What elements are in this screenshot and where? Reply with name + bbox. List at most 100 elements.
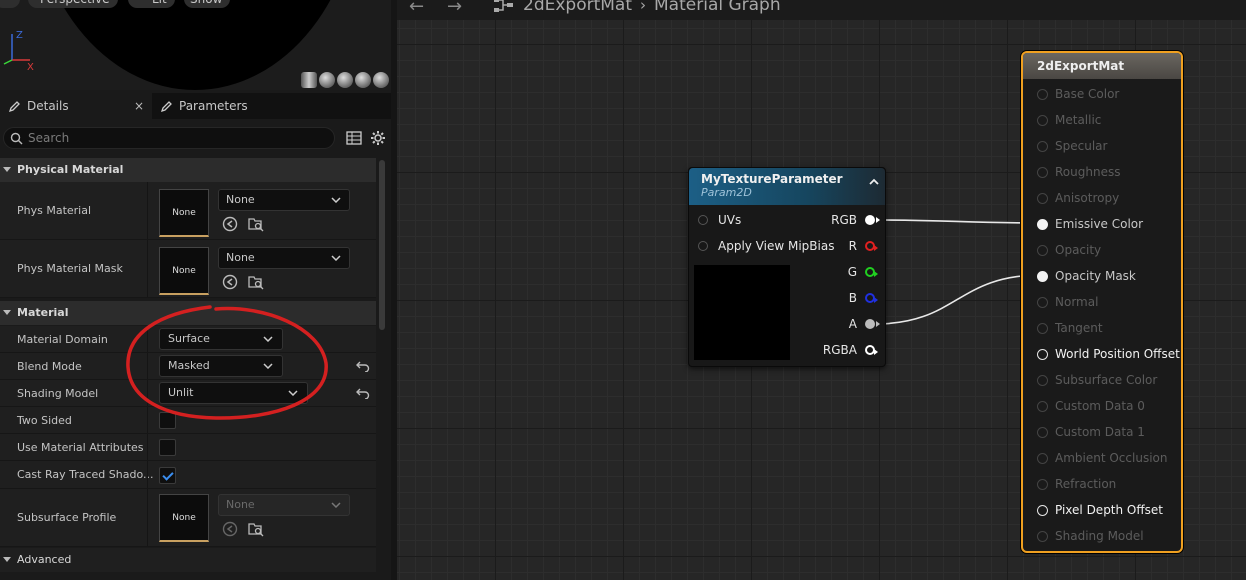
pin-socket[interactable] — [865, 345, 878, 355]
cast-ray-traced-shadows-checkbox[interactable] — [159, 467, 176, 484]
material-input-pin[interactable]: Refraction — [1037, 474, 1116, 494]
material-input-pin[interactable]: Shading Model — [1037, 526, 1144, 546]
perspective-button[interactable]: Perspective — [28, 0, 118, 8]
pin-socket[interactable] — [1037, 218, 1048, 230]
node-title[interactable]: 2dExportMat — [1023, 53, 1181, 79]
use-selected-icon[interactable] — [222, 216, 238, 232]
column-divider[interactable] — [147, 353, 148, 379]
asset-thumbnail[interactable]: None — [159, 189, 209, 237]
search-box[interactable] — [3, 127, 335, 149]
pin-socket[interactable] — [1037, 244, 1048, 256]
material-domain-dropdown[interactable]: Surface — [159, 328, 283, 350]
browse-asset-icon[interactable] — [248, 521, 264, 537]
material-input-pin[interactable]: Emissive Color — [1037, 214, 1143, 234]
pin-socket[interactable] — [1037, 504, 1048, 516]
pin-socket[interactable] — [1037, 322, 1048, 334]
pin-socket[interactable] — [698, 215, 708, 225]
tab-parameters[interactable]: Parameters — [152, 93, 256, 119]
section-advanced[interactable]: Advanced — [0, 548, 376, 572]
close-icon[interactable]: × — [134, 99, 144, 113]
material-input-pin[interactable]: Ambient Occlusion — [1037, 448, 1167, 468]
viewport-menu-button[interactable] — [0, 0, 20, 8]
cube-preview-icon[interactable] — [355, 72, 371, 88]
output-pin-b[interactable]: B — [849, 288, 878, 308]
column-divider[interactable] — [147, 461, 148, 488]
output-pin-r[interactable]: R — [849, 236, 878, 256]
material-graph-canvas[interactable]: ← → 2dExportMat › Material Graph MyTextu… — [397, 0, 1246, 580]
output-pin-rgba[interactable]: RGBA — [823, 340, 878, 360]
column-divider[interactable] — [147, 240, 148, 297]
sphere-preview-icon[interactable] — [319, 72, 335, 88]
section-physical-material[interactable]: Physical Material — [0, 158, 376, 182]
pin-socket[interactable] — [1037, 374, 1048, 386]
material-input-pin[interactable]: Normal — [1037, 292, 1098, 312]
pin-socket[interactable] — [1037, 452, 1048, 464]
use-selected-icon[interactable] — [222, 274, 238, 290]
pin-socket[interactable] — [1037, 478, 1048, 490]
tab-details[interactable]: Details × — [0, 93, 152, 119]
material-input-pin[interactable]: World Position Offset — [1037, 344, 1180, 364]
asset-picker-dropdown[interactable]: None — [218, 189, 350, 211]
reset-to-default-icon[interactable] — [356, 360, 370, 372]
material-input-pin[interactable]: Pixel Depth Offset — [1037, 500, 1163, 520]
pin-socket[interactable] — [865, 293, 878, 303]
node-header[interactable]: MyTextureParameter Param2D — [689, 168, 885, 205]
pin-socket[interactable] — [865, 241, 878, 251]
column-divider[interactable] — [147, 489, 148, 546]
material-input-pin[interactable]: Specular — [1037, 136, 1107, 156]
pin-socket[interactable] — [1037, 114, 1048, 126]
browse-asset-icon[interactable] — [248, 216, 264, 232]
two-sided-checkbox[interactable] — [159, 412, 176, 429]
section-material[interactable]: Material — [0, 301, 376, 325]
pin-socket[interactable] — [1037, 348, 1048, 360]
material-input-pin[interactable]: Subsurface Color — [1037, 370, 1157, 390]
material-input-pin[interactable]: Tangent — [1037, 318, 1103, 338]
pin-socket[interactable] — [1037, 270, 1048, 282]
output-pin-a[interactable]: A — [849, 314, 880, 334]
pin-socket[interactable] — [1037, 400, 1048, 412]
use-material-attributes-checkbox[interactable] — [159, 439, 176, 456]
material-input-pin[interactable]: Custom Data 1 — [1037, 422, 1145, 442]
show-button[interactable]: Show — [184, 0, 231, 8]
asset-thumbnail[interactable]: None — [159, 247, 209, 295]
pin-socket[interactable] — [1037, 426, 1048, 438]
column-divider[interactable] — [147, 182, 148, 239]
custom-mesh-preview-icon[interactable] — [373, 72, 389, 88]
column-divider[interactable] — [147, 380, 148, 406]
texture-parameter-node[interactable]: MyTextureParameter Param2D UVs Apply Vie… — [688, 167, 886, 367]
output-pin-rgb[interactable]: RGB — [831, 210, 880, 230]
pin-socket[interactable] — [1037, 530, 1048, 542]
details-scrollbar[interactable] — [379, 160, 385, 330]
pin-socket[interactable] — [1037, 192, 1048, 204]
blend-mode-dropdown[interactable]: Masked — [159, 355, 283, 377]
pin-socket[interactable] — [1037, 140, 1048, 152]
chevron-up-icon[interactable] — [869, 178, 879, 185]
material-input-pin[interactable]: Metallic — [1037, 110, 1101, 130]
column-divider[interactable] — [147, 326, 148, 352]
pin-socket[interactable] — [1037, 88, 1048, 100]
gear-icon[interactable] — [370, 130, 386, 146]
asset-picker-dropdown[interactable]: None — [218, 247, 350, 269]
forward-arrow-icon[interactable]: → — [447, 0, 462, 17]
material-input-pin[interactable]: Roughness — [1037, 162, 1120, 182]
material-input-pin[interactable]: Custom Data 0 — [1037, 396, 1145, 416]
pin-socket[interactable] — [865, 319, 880, 329]
column-divider[interactable] — [147, 434, 148, 460]
input-pin-apply-view-mipbias[interactable]: Apply View MipBias — [698, 236, 834, 256]
shading-model-dropdown[interactable]: Unlit — [159, 382, 308, 404]
pin-socket[interactable] — [865, 267, 878, 277]
back-arrow-icon[interactable]: ← — [409, 0, 424, 17]
material-preview-viewport[interactable]: Perspective Lit Show Z X — [0, 0, 391, 90]
pin-socket[interactable] — [865, 215, 880, 225]
pin-socket[interactable] — [698, 241, 708, 251]
column-divider[interactable] — [147, 407, 148, 433]
breadcrumb-graph[interactable]: Material Graph — [654, 0, 781, 15]
material-result-node[interactable]: 2dExportMat Base Color Metallic Specular Ro… — [1021, 51, 1183, 553]
input-pin-uvs[interactable]: UVs — [698, 210, 741, 230]
table-view-icon[interactable] — [346, 131, 362, 145]
asset-thumbnail[interactable]: None — [159, 494, 209, 542]
plane-preview-icon[interactable] — [337, 72, 353, 88]
lit-button[interactable]: Lit — [128, 0, 175, 8]
search-input[interactable] — [28, 130, 328, 146]
reset-to-default-icon[interactable] — [356, 387, 370, 399]
